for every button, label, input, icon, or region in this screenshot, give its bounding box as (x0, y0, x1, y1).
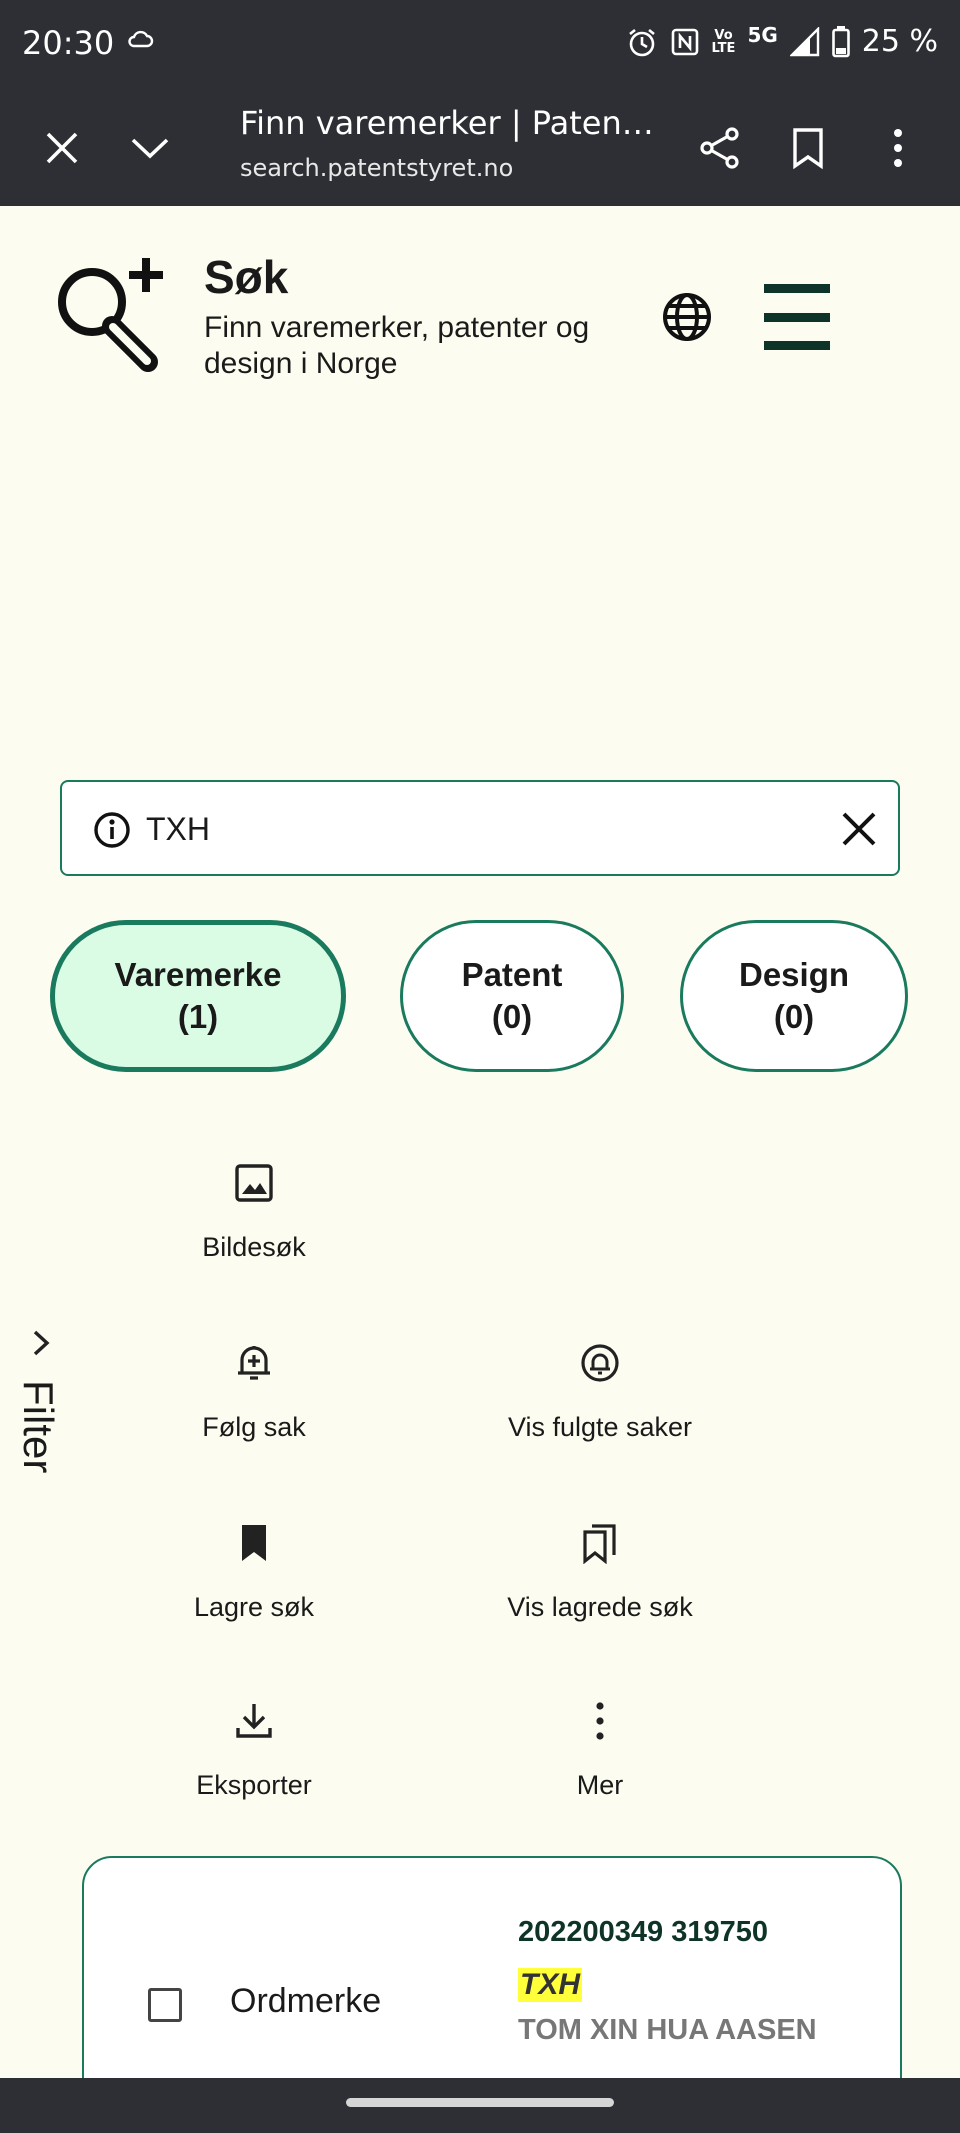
bookmark-icon (793, 128, 823, 169)
clear-search-icon[interactable] (836, 806, 882, 852)
save-search-button[interactable]: Lagre søk (104, 1522, 404, 1623)
page-title: Finn varemerker | Paten… (240, 104, 654, 142)
battery-icon (831, 25, 850, 57)
close-icon (46, 132, 78, 164)
bookmarks-icon (583, 1524, 616, 1564)
tab-varemerke-label: Varemerke (114, 956, 282, 993)
browser-toolbar: Finn varemerker | Paten… search.patentst… (0, 88, 960, 206)
more-vert-icon (894, 129, 902, 167)
hamburger-menu-icon[interactable] (764, 284, 834, 350)
result-mark: TXH (518, 1968, 582, 2002)
volte-line-2: LTE (711, 40, 736, 56)
show-saved-label: Vis lagrede søk (507, 1592, 693, 1622)
more-options-button[interactable] (868, 118, 928, 178)
more-button[interactable]: Mer (450, 1700, 750, 1801)
show-followed-label: Vis fulgte saker (507, 1412, 693, 1442)
follow-case-label: Følg sak (202, 1412, 306, 1442)
cloud-icon (128, 30, 154, 48)
tab-design-count: (0) (773, 998, 815, 1035)
filter-toggle[interactable]: Filter (14, 1380, 62, 1473)
site-subtitle: Finn varemerker, patenter og design i No… (204, 311, 590, 380)
share-icon (700, 127, 739, 169)
menu-line (764, 341, 830, 350)
save-search-label: Lagre søk (193, 1592, 315, 1622)
bell-plus-icon (238, 1346, 270, 1380)
tab-varemerke[interactable]: Varemerke (1) (50, 920, 346, 1072)
follow-case-button[interactable]: Følg sak (104, 1342, 404, 1443)
tab-patent[interactable]: Patent (0) (400, 920, 624, 1072)
image-search-button[interactable]: Bildesøk (104, 1162, 404, 1263)
tab-design[interactable]: Design (0) (680, 920, 908, 1072)
menu-line (764, 312, 830, 322)
image-search-label: Bildesøk (202, 1232, 306, 1262)
more-vert-icon (596, 1702, 604, 1740)
network-type: 5G (747, 22, 778, 47)
volte-icon: Vo LTE (712, 29, 736, 55)
chevron-right-icon[interactable] (26, 1328, 56, 1358)
signal-icon (789, 26, 819, 56)
more-label: Mer (576, 1770, 624, 1800)
download-icon (236, 1704, 272, 1738)
volte-line-1: Vo (714, 27, 733, 43)
tab-design-label: Design (738, 956, 850, 993)
battery-level: 25 % (861, 24, 938, 59)
status-time: 20:30 (22, 24, 115, 62)
show-saved-button[interactable]: Vis lagrede søk (450, 1522, 750, 1623)
result-checkbox[interactable] (148, 1988, 182, 2022)
nfc-icon (671, 28, 698, 55)
tab-varemerke-count: (1) (177, 998, 219, 1035)
minimize-tab-button[interactable] (120, 118, 180, 178)
result-type: Ordmerke (230, 1982, 382, 2020)
globe-icon[interactable] (660, 290, 714, 344)
image-icon (235, 1164, 273, 1202)
chevron-down-icon (131, 138, 169, 159)
info-icon[interactable] (92, 810, 132, 850)
alarm-icon (628, 28, 655, 56)
search-box (60, 780, 900, 876)
search-plus-logo-icon[interactable] (50, 256, 170, 376)
home-gesture-handle[interactable] (346, 2098, 614, 2107)
close-tab-button[interactable] (32, 118, 92, 178)
show-followed-button[interactable]: Vis fulgte saker (450, 1342, 750, 1443)
result-owner: TOM XIN HUA AASEN (518, 2014, 817, 2046)
status-icons: Vo LTE 5G 25 % (626, 22, 938, 59)
export-button[interactable]: Eksporter (104, 1700, 404, 1801)
site-title: Søk (204, 251, 289, 303)
bookmark-filled-icon (242, 1525, 266, 1561)
search-input[interactable] (146, 804, 786, 854)
page-url[interactable]: search.patentstyret.no (240, 154, 513, 182)
bookmark-button[interactable] (778, 118, 838, 178)
result-number[interactable]: 202200349 319750 (518, 1916, 768, 1949)
system-nav-bar (0, 2078, 960, 2133)
menu-line (764, 284, 830, 293)
export-label: Eksporter (196, 1770, 312, 1800)
tab-patent-count: (0) (491, 998, 533, 1035)
bell-circle-icon (581, 1344, 619, 1382)
tab-patent-label: Patent (461, 956, 563, 993)
status-bar: 20:30 Vo LTE 5G 25 % (0, 0, 960, 88)
share-button[interactable] (690, 118, 750, 178)
